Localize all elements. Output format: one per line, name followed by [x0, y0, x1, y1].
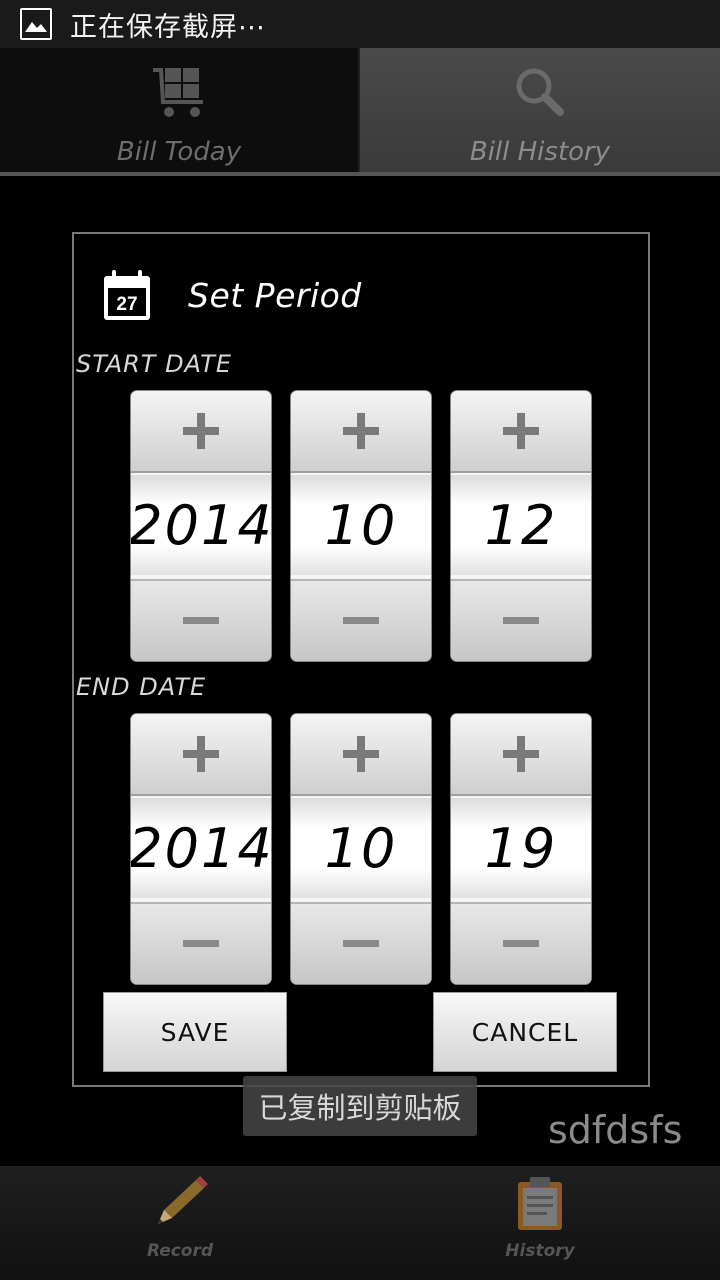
nav-record-label: Record [146, 1241, 214, 1261]
top-tabs: Bill Today Bill History [0, 48, 720, 176]
search-icon [512, 66, 568, 125]
end-day-value[interactable]: 19 [451, 798, 591, 898]
tab-bill-history[interactable]: Bill History [360, 48, 720, 172]
start-month-increment-button[interactable] [291, 391, 431, 473]
toast-message: 已复制到剪贴板 [243, 1076, 477, 1136]
plus-icon [343, 736, 379, 772]
save-button[interactable]: SAVE [103, 992, 287, 1072]
start-year-decrement-button[interactable] [131, 579, 271, 661]
start-year-picker: 2014 [131, 391, 271, 661]
cancel-button[interactable]: CANCEL [433, 992, 617, 1072]
calendar-day: 27 [116, 294, 137, 315]
plus-icon [503, 413, 539, 449]
end-day-picker: 19 [451, 714, 591, 984]
pencil-icon [150, 1174, 210, 1237]
status-bar: 正在保存截屏⋯ [0, 0, 720, 48]
end-month-value[interactable]: 10 [291, 798, 431, 898]
end-date-label: END DATE [76, 673, 207, 701]
start-year-increment-button[interactable] [131, 391, 271, 473]
start-day-value[interactable]: 12 [451, 475, 591, 575]
end-year-decrement-button[interactable] [131, 902, 271, 984]
dialog-title: Set Period [188, 275, 362, 315]
nav-record[interactable]: Record [0, 1166, 360, 1280]
plus-icon [503, 736, 539, 772]
end-month-picker: 10 [291, 714, 431, 984]
start-month-decrement-button[interactable] [291, 579, 431, 661]
watermark-text: sdfdsfs [548, 1108, 683, 1152]
calendar-icon: 27 [102, 268, 152, 322]
minus-icon [183, 940, 219, 947]
start-month-value[interactable]: 10 [291, 475, 431, 575]
plus-icon [183, 413, 219, 449]
start-month-picker: 10 [291, 391, 431, 661]
tab-label: Bill History [469, 137, 611, 167]
start-day-decrement-button[interactable] [451, 579, 591, 661]
cart-icon [151, 66, 207, 125]
end-month-decrement-button[interactable] [291, 902, 431, 984]
set-period-dialog: 27 Set Period START DATE 2014 10 12 END [72, 232, 650, 1087]
end-year-value[interactable]: 2014 [131, 798, 271, 898]
image-icon [20, 8, 52, 40]
start-date-label: START DATE [76, 350, 233, 378]
start-year-value[interactable]: 2014 [131, 475, 271, 575]
end-year-picker: 2014 [131, 714, 271, 984]
tabs-divider [0, 172, 720, 176]
tab-label: Bill Today [116, 137, 242, 167]
clipboard-icon [510, 1174, 570, 1237]
start-day-increment-button[interactable] [451, 391, 591, 473]
start-day-picker: 12 [451, 391, 591, 661]
plus-icon [343, 413, 379, 449]
end-day-increment-button[interactable] [451, 714, 591, 796]
minus-icon [343, 617, 379, 624]
minus-icon [503, 940, 539, 947]
tab-bill-today[interactable]: Bill Today [0, 48, 360, 172]
dialog-header: 27 Set Period [102, 268, 362, 322]
status-text: 正在保存截屏⋯ [70, 11, 266, 43]
bottom-nav: Record History [0, 1166, 720, 1280]
minus-icon [503, 617, 539, 624]
minus-icon [343, 940, 379, 947]
end-day-decrement-button[interactable] [451, 902, 591, 984]
end-year-increment-button[interactable] [131, 714, 271, 796]
nav-history-label: History [505, 1241, 575, 1261]
nav-history[interactable]: History [360, 1166, 720, 1280]
minus-icon [183, 617, 219, 624]
end-month-increment-button[interactable] [291, 714, 431, 796]
plus-icon [183, 736, 219, 772]
